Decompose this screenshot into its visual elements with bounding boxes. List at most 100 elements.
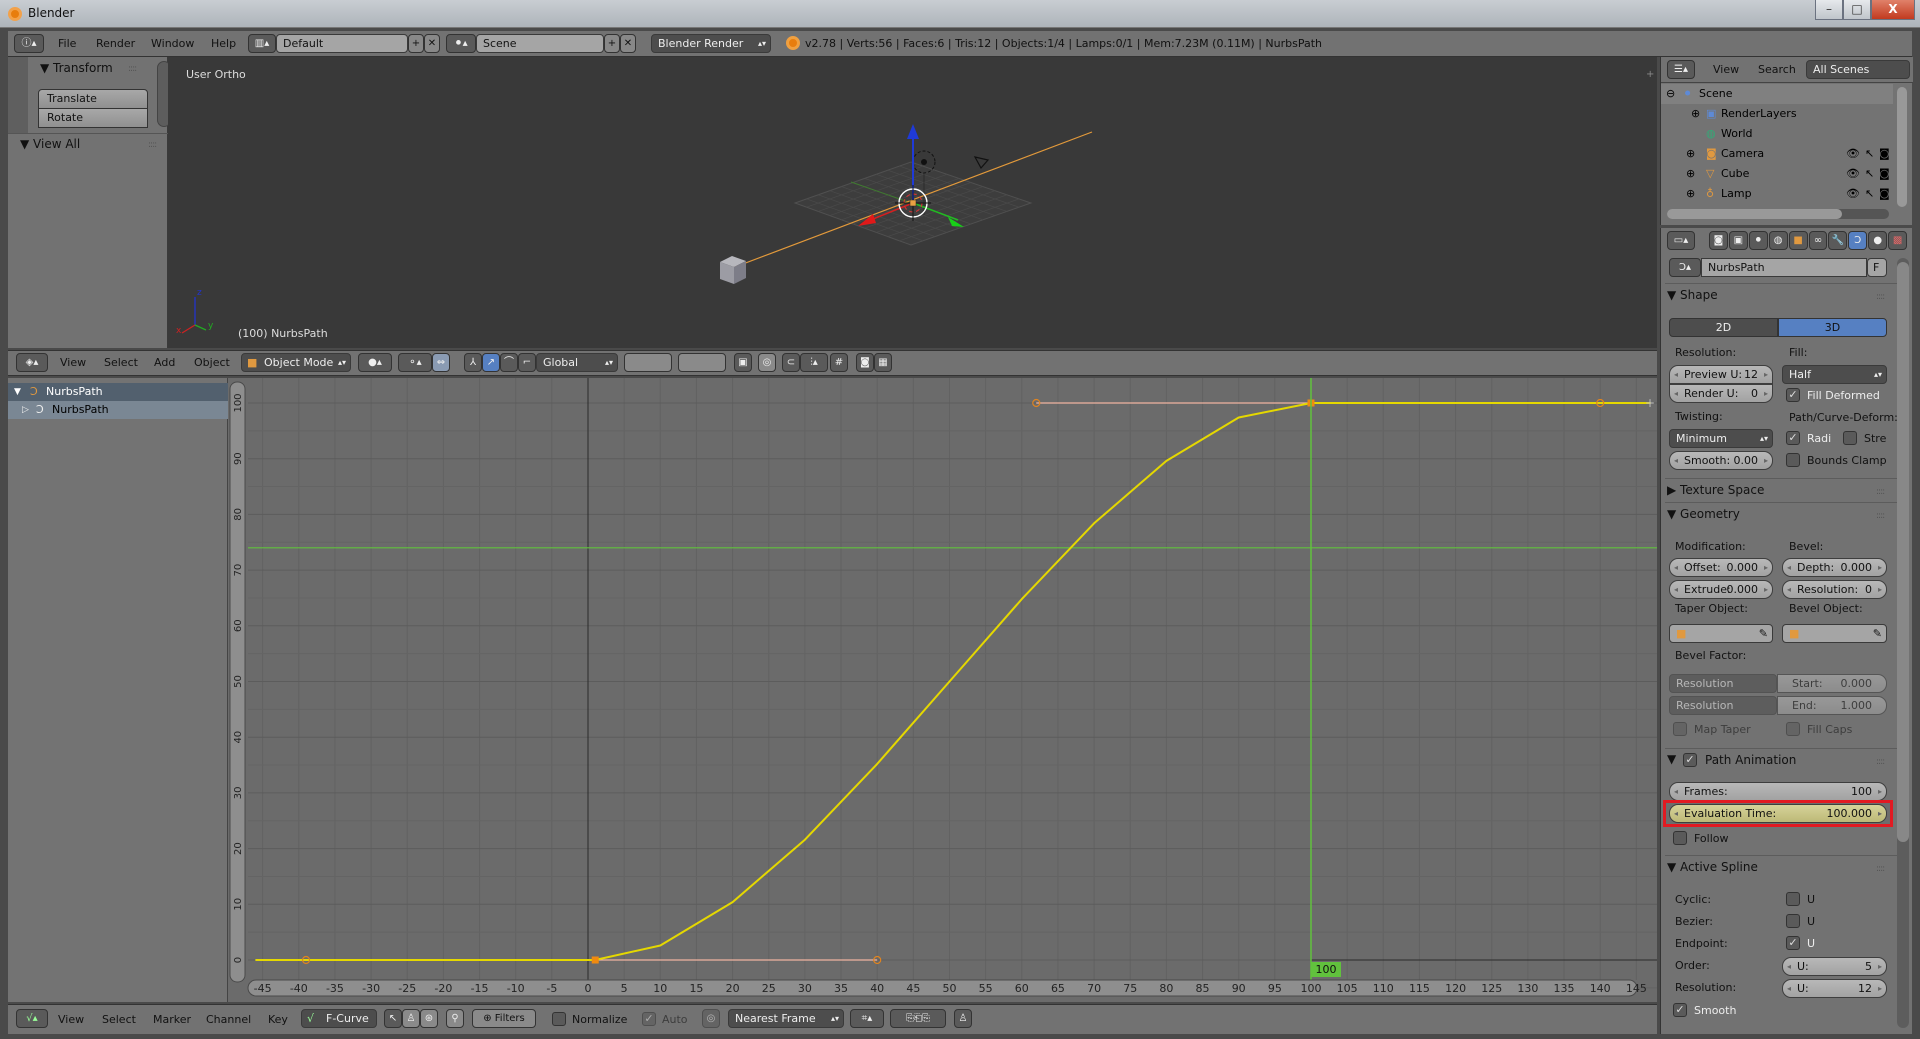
panel-drag-handle[interactable]: :::: — [1876, 511, 1885, 521]
panel-drag-handle[interactable]: :::: — [1876, 292, 1885, 302]
datablock-browse-button[interactable]: Ↄ▴ — [1669, 258, 1701, 277]
smooth-checkbox[interactable]: ✓ — [1673, 1003, 1687, 1017]
menu-select[interactable]: Select — [102, 1013, 136, 1026]
show-hidden-icon[interactable]: ♙ — [402, 1009, 420, 1028]
menu-search[interactable]: Search — [1758, 63, 1796, 76]
3d-viewport[interactable]: User Ortho (100) NurbsPath z x y + — [168, 57, 1657, 348]
filters-button[interactable]: ⊕ Filters — [472, 1009, 536, 1028]
expand-triangle-icon[interactable]: ▷ — [22, 401, 29, 419]
lock-layers-icon[interactable]: ▣ — [734, 353, 752, 372]
fill-caps-checkbox[interactable] — [1786, 722, 1800, 736]
map-taper-checkbox[interactable] — [1673, 722, 1687, 736]
bezier-u-checkbox[interactable] — [1786, 914, 1800, 928]
tab-material-icon[interactable]: ● — [1868, 231, 1888, 250]
expand-icon[interactable]: ⊕ — [1686, 144, 1695, 164]
datablock-name-field[interactable]: NurbsPath — [1701, 258, 1867, 277]
visibility-eye-icon[interactable]: 👁 — [1846, 164, 1860, 184]
manipulator-center-icon[interactable]: ⇔ — [432, 353, 450, 372]
cyclic-u-checkbox[interactable] — [1786, 892, 1800, 906]
geometry-panel-header[interactable]: ▼ Geometry — [1667, 507, 1740, 521]
path-animation-panel-header[interactable]: ▼ — [1667, 752, 1676, 766]
eyedropper-icon[interactable]: ✎ — [1873, 625, 1882, 642]
copy-paste-keys-buttons[interactable]: ⎘⎗⎘ — [890, 1009, 946, 1028]
snap-target-icon[interactable]: # — [830, 353, 848, 372]
rotate-manipulator-icon[interactable]: ⌒ — [500, 353, 518, 372]
tab-world-icon[interactable]: ◍ — [1768, 231, 1788, 250]
tool-shelf-tabs[interactable] — [8, 57, 28, 133]
outliner-vscrollbar[interactable] — [1897, 87, 1907, 207]
renderable-camera-icon[interactable]: ◙ — [1879, 144, 1890, 164]
dimensions-3d-button[interactable]: 3D — [1778, 318, 1887, 337]
outliner-item-world[interactable]: ◍ World — [1661, 124, 1893, 144]
panel-drag-handle[interactable]: :::: — [128, 64, 137, 74]
normalize-checkbox[interactable] — [552, 1012, 566, 1026]
collapse-icon[interactable]: ⊖ — [1666, 84, 1675, 104]
menu-help[interactable]: Help — [211, 37, 236, 50]
ghost-curves-icon[interactable]: ♙ — [954, 1009, 972, 1028]
proportional-edit-icon[interactable]: ◎ — [758, 353, 776, 372]
expand-icon[interactable]: ⊕ — [1686, 164, 1695, 184]
twisting-dropdown[interactable]: Minimum ▴▾ — [1669, 429, 1773, 448]
scene-field[interactable]: Scene — [476, 34, 604, 53]
tab-render-layers-icon[interactable]: ▣ — [1728, 231, 1748, 250]
remove-scene-button[interactable]: ✕ — [620, 34, 636, 53]
rotate-button[interactable]: Rotate — [38, 108, 148, 128]
properties-scrollbar[interactable] — [1897, 258, 1909, 1028]
bevel-resolution-field[interactable]: ◂ Resolution: 0 ▸ — [1782, 580, 1887, 599]
graph-editor-type-button[interactable]: √▴ — [16, 1009, 48, 1028]
follow-checkbox[interactable] — [1673, 831, 1687, 845]
endpoint-u-checkbox[interactable]: ✓ — [1786, 936, 1800, 950]
menu-add[interactable]: Add — [154, 356, 175, 369]
menu-view[interactable]: View — [60, 356, 86, 369]
radius-checkbox[interactable]: ✓ — [1786, 431, 1800, 445]
scale-manipulator-icon[interactable]: ⌐ — [518, 353, 536, 372]
add-screen-button[interactable]: + — [408, 34, 424, 53]
smooth-field[interactable]: ◂ Smooth: 0.00 ▸ — [1669, 451, 1773, 470]
preview-u-field[interactable]: ◂ Preview U: 12 ▸ — [1669, 365, 1773, 384]
tab-object-icon[interactable]: ■ — [1788, 231, 1808, 250]
fill-mode-dropdown[interactable]: Half ▴▾ — [1782, 365, 1887, 384]
outliner-item-lamp[interactable]: ⊕ ♁ Lamp 👁 ↖ ◙ — [1661, 184, 1893, 204]
only-selected-icon[interactable]: ↖ — [384, 1009, 402, 1028]
scene-icon[interactable]: ⚫▴ — [446, 34, 476, 53]
menu-view[interactable]: View — [1713, 63, 1739, 76]
stretch-checkbox[interactable] — [1843, 431, 1857, 445]
bevel-end-field[interactable]: End: 1.000 — [1777, 696, 1887, 715]
eyedropper-icon[interactable]: ✎ — [1759, 625, 1768, 642]
outliner-item-cube[interactable]: ⊕ ▽ Cube 👁 ↖ ◙ — [1661, 164, 1893, 184]
selectable-cursor-icon[interactable]: ↖ — [1865, 184, 1874, 204]
menu-key[interactable]: Key — [268, 1013, 288, 1026]
manipulator-toggle-icon[interactable]: ⅄ — [464, 353, 482, 372]
selectable-cursor-icon[interactable]: ↖ — [1865, 144, 1874, 164]
visibility-eye-icon[interactable]: 👁 — [1846, 144, 1860, 164]
translate-manipulator-icon[interactable]: ↗ — [482, 353, 500, 372]
viewport-shading-dropdown[interactable]: ●▴ — [358, 353, 392, 372]
outliner-editor-type-button[interactable]: ☰▴ — [1667, 60, 1695, 79]
graph-editor[interactable]: 0 10 20 30 40 50 60 70 80 90 100 -45 -40 -35 -30 -25 -20… — [228, 378, 1657, 1002]
menu-marker[interactable]: Marker — [153, 1013, 191, 1026]
display-mode-dropdown[interactable]: All Scenes — [1806, 60, 1910, 79]
panel-drag-handle[interactable]: :::: — [1876, 487, 1885, 497]
menu-render[interactable]: Render — [96, 37, 135, 50]
tab-modifiers-icon[interactable]: 🔧 — [1828, 231, 1848, 250]
channel-data-row[interactable]: ▷ Ↄ NurbsPath — [8, 401, 228, 419]
screen-layout-field[interactable]: Default — [276, 34, 408, 53]
only-errors-icon[interactable]: ⊛ — [420, 1009, 438, 1028]
panel-drag-handle[interactable]: :::: — [148, 140, 157, 150]
menu-view[interactable]: View — [58, 1013, 84, 1026]
panel-drag-handle[interactable]: :::: — [1876, 757, 1885, 767]
render-icon[interactable]: ◙ — [856, 353, 874, 372]
active-spline-panel-header[interactable]: ▼ Active Spline — [1667, 860, 1758, 874]
expand-icon[interactable]: ⊕ — [1686, 184, 1695, 204]
fill-deformed-checkbox[interactable]: ✓ — [1786, 388, 1800, 402]
view-all-panel-header[interactable]: ▼ View All — [20, 137, 80, 151]
add-scene-button[interactable]: + — [604, 34, 620, 53]
menu-object[interactable]: Object — [194, 356, 230, 369]
path-animation-checkbox[interactable]: ✓ — [1683, 753, 1697, 767]
mode-dropdown[interactable]: ■ Object Mode ▴▾ — [241, 353, 351, 372]
fcurve-chart[interactable]: 0102030405060708090100-45 -40 -35 -30 -25 -20… — [228, 378, 1657, 1002]
selectable-cursor-icon[interactable]: ↖ — [1865, 164, 1874, 184]
shape-panel-header[interactable]: ▼ Shape — [1667, 288, 1718, 302]
tab-render-icon[interactable]: ◙ — [1709, 231, 1728, 250]
render-engine-dropdown[interactable]: Blender Render ▴▾ — [651, 34, 771, 53]
